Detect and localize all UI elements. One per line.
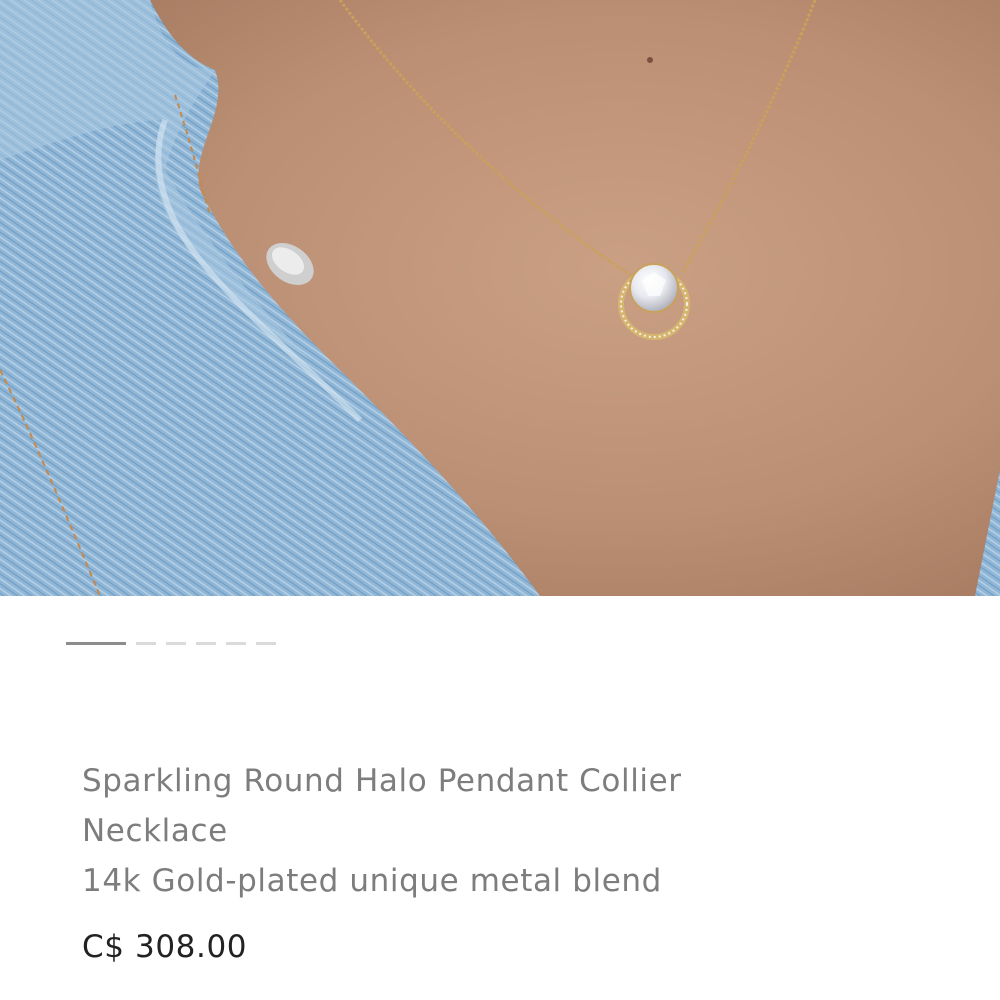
product-photo-necklace — [0, 0, 1000, 596]
carousel-dot-3[interactable] — [166, 641, 186, 645]
product-page: Sparkling Round Halo Pendant Collier Nec… — [0, 0, 1000, 1000]
carousel-dot-1[interactable] — [66, 641, 126, 645]
product-title: Sparkling Round Halo Pendant Collier Nec… — [82, 763, 682, 849]
product-image[interactable] — [0, 0, 1000, 596]
carousel-dot-2[interactable] — [136, 641, 156, 645]
product-material: 14k Gold-plated unique metal blend — [82, 863, 662, 899]
carousel-dot-4[interactable] — [196, 641, 216, 645]
carousel-dot-5[interactable] — [226, 641, 246, 645]
product-price: C$ 308.00 — [82, 929, 248, 965]
product-info: Sparkling Round Halo Pendant Collier Nec… — [82, 756, 782, 906]
carousel-indicator — [66, 641, 276, 645]
carousel-dot-6[interactable] — [256, 641, 276, 645]
